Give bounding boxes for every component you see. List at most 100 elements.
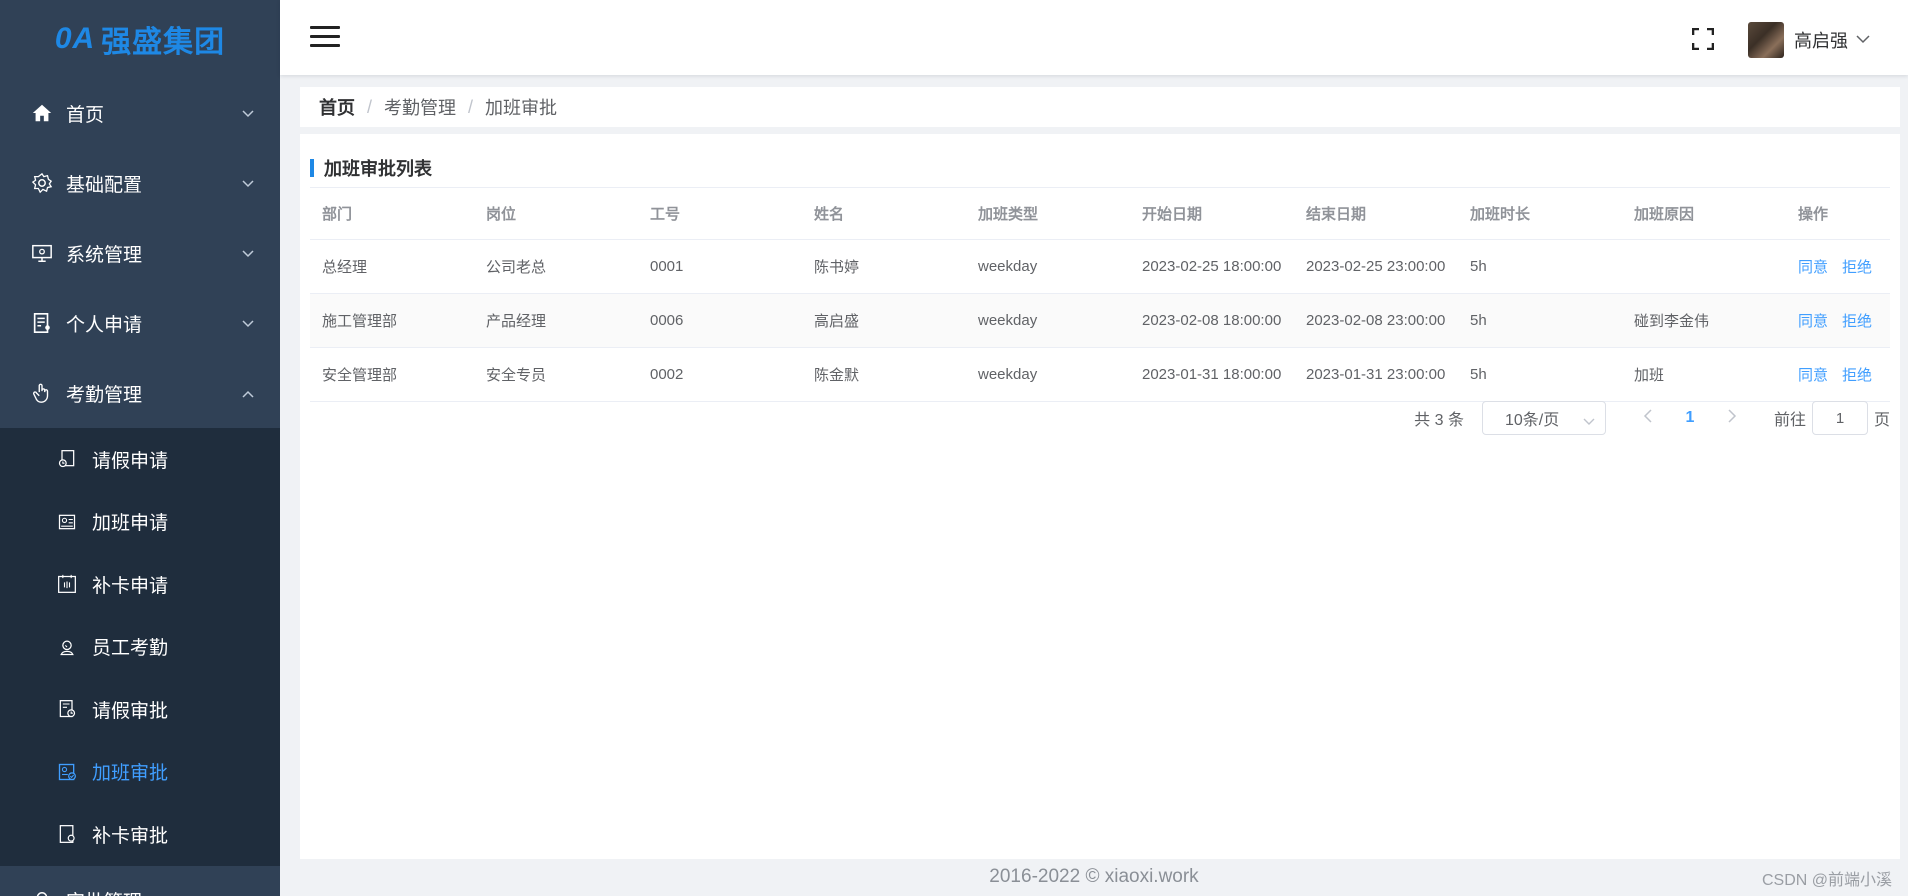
chevron-down-icon bbox=[242, 242, 254, 264]
sidebar-item-system[interactable]: 系统管理 bbox=[0, 218, 280, 288]
sidebar-subitem-label: 补卡审批 bbox=[92, 825, 169, 847]
table-row: 安全管理部 安全专员 0002 陈金默 weekday 2023-01-31 1… bbox=[310, 347, 1890, 402]
footer-copyright: 2016-2022 © xiaoxi.work bbox=[989, 866, 1199, 887]
cell-position: 安全专员 bbox=[474, 347, 638, 402]
cell-overtime-type: weekday bbox=[966, 239, 1130, 294]
sidebar-item-overtime-approval[interactable]: 加班审批 bbox=[0, 740, 280, 803]
employee-attendance-icon bbox=[56, 636, 78, 658]
cell-end-date: 2023-02-25 23:00:00 bbox=[1294, 239, 1458, 294]
goto-suffix: 页 bbox=[1873, 412, 1890, 429]
sidebar-item-approval-management[interactable]: 审批管理 bbox=[0, 866, 280, 896]
sidebar-item-employee-attendance[interactable]: 员工考勤 bbox=[0, 615, 280, 678]
sidebar-item-label: 考勤管理 bbox=[66, 384, 143, 406]
cell-start-date: 2023-02-25 18:00:00 bbox=[1130, 239, 1294, 294]
sidebar-item-label: 审批管理 bbox=[66, 887, 142, 896]
cell-department: 安全管理部 bbox=[310, 347, 474, 402]
hand-icon bbox=[30, 381, 54, 405]
breadcrumb-current: 加班审批 bbox=[485, 98, 558, 118]
cell-actions: 同意 拒绝 bbox=[1786, 239, 1890, 294]
chevron-down-icon bbox=[242, 102, 254, 124]
sidebar-item-overtime-request[interactable]: 加班申请 bbox=[0, 490, 280, 553]
cell-name: 陈金默 bbox=[802, 347, 966, 402]
sidebar-item-label: 个人申请 bbox=[66, 314, 143, 336]
breadcrumb-separator: / bbox=[367, 96, 373, 117]
sidebar-item-card-approval[interactable]: 补卡审批 bbox=[0, 803, 280, 866]
leave-request-icon bbox=[56, 448, 78, 470]
sidebar-item-label: 基础配置 bbox=[66, 174, 143, 196]
cell-overtime-type: weekday bbox=[966, 347, 1130, 402]
reject-button[interactable]: 拒绝 bbox=[1842, 259, 1872, 276]
logo-name: 强盛集团 bbox=[101, 26, 226, 59]
col-header: 岗位 bbox=[474, 188, 638, 240]
sidebar-item-home[interactable]: 首页 bbox=[0, 78, 280, 148]
breadcrumb-attendance: 考勤管理 bbox=[384, 98, 457, 118]
top-header: 高启强 bbox=[280, 0, 1908, 75]
chevron-down-icon bbox=[1583, 413, 1595, 431]
cell-duration: 5h bbox=[1458, 293, 1622, 348]
cell-end-date: 2023-01-31 23:00:00 bbox=[1294, 347, 1458, 402]
card-request-icon bbox=[56, 573, 78, 595]
table-header-row: 部门 岗位 工号 姓名 加班类型 开始日期 结束日期 加班时长 加班原因 操作 bbox=[310, 188, 1890, 240]
sidebar-item-label: 系统管理 bbox=[66, 244, 143, 266]
page-number[interactable]: 1 bbox=[1666, 409, 1714, 427]
fullscreen-icon[interactable] bbox=[1691, 27, 1715, 51]
sidebar-subitem-label: 请假申请 bbox=[92, 450, 169, 472]
agree-button[interactable]: 同意 bbox=[1798, 367, 1828, 384]
col-header: 部门 bbox=[310, 188, 474, 240]
cell-reason bbox=[1622, 239, 1786, 294]
reject-button[interactable]: 拒绝 bbox=[1842, 367, 1872, 384]
sidebar-item-leave-approval[interactable]: 请假审批 bbox=[0, 678, 280, 741]
overtime-request-icon bbox=[56, 511, 78, 533]
page-title: 加班审批列表 bbox=[324, 159, 432, 179]
cell-employee-id: 0001 bbox=[638, 239, 802, 294]
page-size-value: 10条/页 bbox=[1504, 412, 1560, 429]
main-panel: 加班审批列表 部门 岗位 工号 姓名 加班类型 开始日期 结束日期 加班时长 加… bbox=[300, 134, 1900, 859]
leave-approval-icon bbox=[56, 698, 78, 720]
logo: 0A 强盛集团 bbox=[0, 0, 280, 78]
table-row: 总经理 公司老总 0001 陈书婷 weekday 2023-02-25 18:… bbox=[310, 239, 1890, 294]
sidebar-item-card-request[interactable]: 补卡申请 bbox=[0, 553, 280, 616]
pagination-total: 共 3 条 bbox=[1414, 412, 1464, 429]
overtime-approval-table: 部门 岗位 工号 姓名 加班类型 开始日期 结束日期 加班时长 加班原因 操作 … bbox=[310, 188, 1890, 402]
monitor-icon bbox=[30, 241, 54, 265]
page-size-select[interactable]: 10条/页 bbox=[1481, 401, 1606, 435]
cell-employee-id: 0002 bbox=[638, 347, 802, 402]
sidebar-item-basic-config[interactable]: 基础配置 bbox=[0, 148, 280, 218]
overtime-approval-icon bbox=[56, 761, 78, 783]
gear-icon bbox=[30, 171, 54, 195]
agree-button[interactable]: 同意 bbox=[1798, 313, 1828, 330]
agree-button[interactable]: 同意 bbox=[1798, 259, 1828, 276]
goto-page-input[interactable] bbox=[1811, 401, 1868, 435]
sidebar-item-attendance[interactable]: 考勤管理 bbox=[0, 358, 280, 428]
reject-button[interactable]: 拒绝 bbox=[1842, 313, 1872, 330]
sidebar-subitem-label: 补卡申请 bbox=[92, 575, 169, 597]
prev-page-button[interactable] bbox=[1630, 408, 1666, 428]
sidebar-item-leave-request[interactable]: 请假申请 bbox=[0, 428, 280, 491]
next-page-button[interactable] bbox=[1714, 408, 1750, 428]
sidebar-item-label: 首页 bbox=[66, 104, 105, 126]
hamburger-menu-icon[interactable] bbox=[310, 26, 340, 50]
col-header: 加班时长 bbox=[1458, 188, 1622, 240]
cell-overtime-type: weekday bbox=[966, 293, 1130, 348]
chevron-up-icon bbox=[242, 382, 254, 404]
sidebar: 0A 强盛集团 首页 基础配置 系统管理 个人申请 考勤管理 请假申请 加班申请… bbox=[0, 0, 280, 896]
cell-name: 高启盛 bbox=[802, 293, 966, 348]
sidebar-item-personal-apply[interactable]: 个人申请 bbox=[0, 288, 280, 358]
cell-start-date: 2023-02-08 18:00:00 bbox=[1130, 293, 1294, 348]
breadcrumb: 首页 / 考勤管理 / 加班审批 bbox=[300, 87, 1900, 127]
cell-department: 总经理 bbox=[310, 239, 474, 294]
col-header: 姓名 bbox=[802, 188, 966, 240]
table-row: 施工管理部 产品经理 0006 高启盛 weekday 2023-02-08 1… bbox=[310, 293, 1890, 348]
col-header: 操作 bbox=[1786, 188, 1890, 240]
breadcrumb-home[interactable]: 首页 bbox=[319, 94, 355, 120]
approval-management-icon bbox=[30, 889, 54, 896]
chevron-down-icon bbox=[242, 890, 254, 896]
title-accent-bar bbox=[310, 159, 314, 177]
col-header: 加班原因 bbox=[1622, 188, 1786, 240]
user-menu[interactable]: 高启强 bbox=[1748, 22, 1870, 58]
col-header: 加班类型 bbox=[966, 188, 1130, 240]
goto-label: 前往 bbox=[1773, 412, 1806, 429]
cell-position: 公司老总 bbox=[474, 239, 638, 294]
cell-duration: 5h bbox=[1458, 347, 1622, 402]
sidebar-subitem-label: 请假审批 bbox=[92, 700, 169, 722]
